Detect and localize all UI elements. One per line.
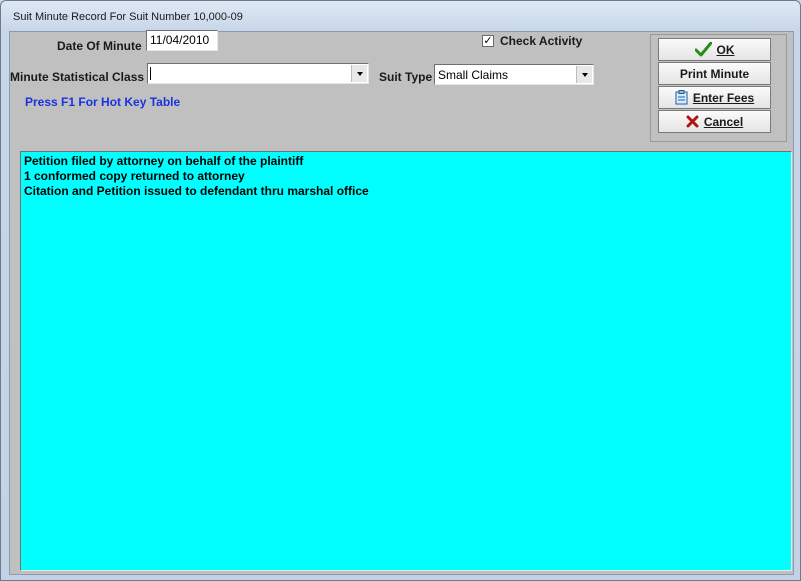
date-of-minute-input[interactable]: 11/04/2010: [146, 30, 218, 51]
close-icon: [686, 115, 699, 128]
suit-type-value: Small Claims: [438, 68, 509, 82]
checkmark-icon: [694, 42, 712, 57]
cancel-button[interactable]: Cancel: [658, 110, 771, 133]
title-bar[interactable]: Suit Minute Record For Suit Number 10,00…: [1, 1, 800, 31]
chevron-down-icon: [356, 71, 363, 76]
check-activity-checkbox[interactable]: ✓: [482, 35, 494, 47]
check-activity-label: Check Activity: [500, 34, 583, 48]
minute-text-area[interactable]: Petition filed by attorney on behalf of …: [20, 151, 792, 571]
cancel-label: Cancel: [703, 114, 744, 129]
enter-fees-label: Enter Fees: [692, 90, 755, 105]
suit-type-dropdown-button[interactable]: [576, 66, 592, 83]
text-cursor: [150, 67, 151, 80]
statistical-class-label: Minute Statistical Class: [10, 70, 145, 84]
memo-line: Petition filed by attorney on behalf of …: [24, 154, 304, 168]
window-title: Suit Minute Record For Suit Number 10,00…: [13, 11, 243, 23]
print-minute-label: Print Minute: [679, 66, 750, 81]
ok-label: OK: [716, 42, 735, 57]
chevron-down-icon: [581, 72, 588, 77]
suit-type-label: Suit Type: [379, 70, 433, 84]
minute-record-window: Suit Minute Record For Suit Number 10,00…: [0, 0, 801, 581]
enter-fees-button[interactable]: Enter Fees: [658, 86, 771, 109]
action-button-panel: OK Print Minute Enter Fees Cancel: [650, 34, 787, 142]
memo-line: 1 conformed copy returned to attorney: [24, 169, 245, 183]
memo-line: Citation and Petition issued to defendan…: [24, 184, 369, 198]
suit-type-select[interactable]: Small Claims: [434, 64, 594, 85]
ok-button[interactable]: OK: [658, 38, 771, 61]
statistical-class-dropdown-button[interactable]: [351, 65, 367, 82]
print-minute-button[interactable]: Print Minute: [658, 62, 771, 85]
form-client-area: Date Of Minute : 11/04/2010 Minute Stati…: [9, 30, 794, 575]
date-of-minute-label: Date Of Minute :: [57, 39, 149, 53]
statistical-class-select[interactable]: [147, 63, 369, 84]
clipboard-icon: [675, 90, 688, 105]
hotkey-hint: Press F1 For Hot Key Table: [25, 95, 181, 109]
